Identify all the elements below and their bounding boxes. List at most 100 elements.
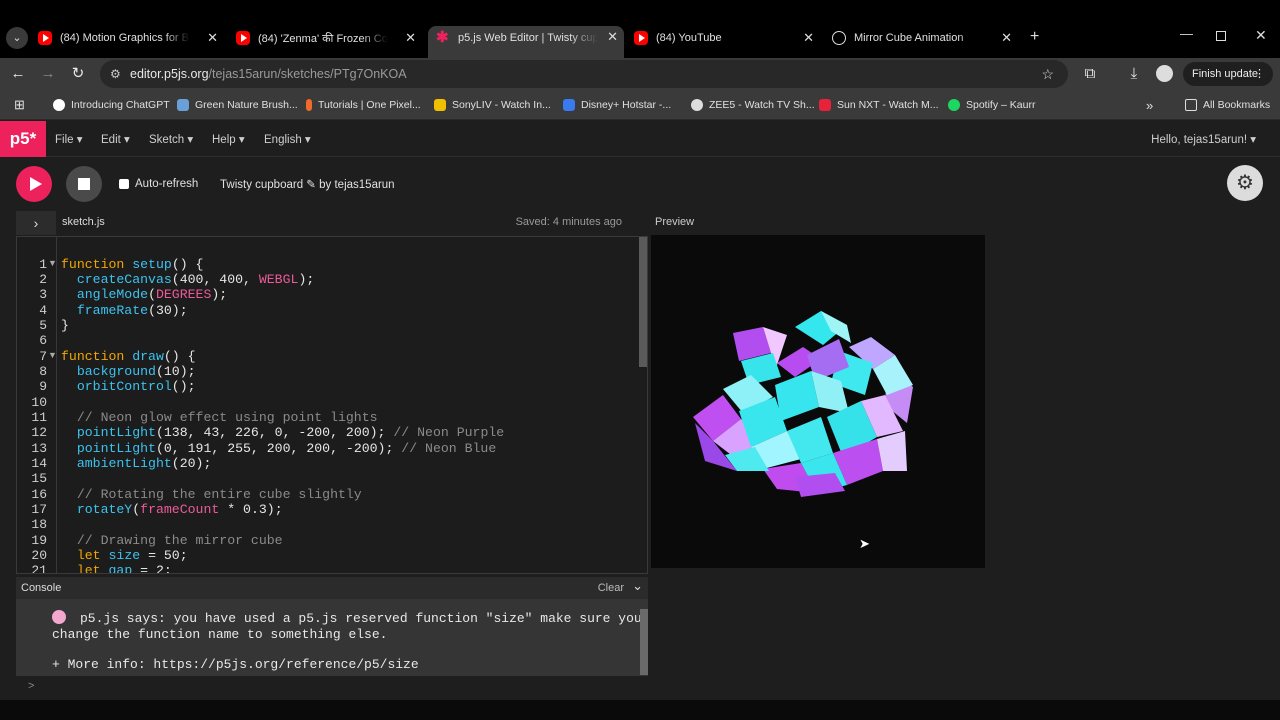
close-tab-icon[interactable]: ✕ bbox=[607, 29, 618, 45]
line-number-gutter: 1 2 3 4 5 6 7 8 9 10 11 12 13 14 15 16 1… bbox=[17, 237, 57, 573]
line-number: 3 bbox=[39, 287, 47, 302]
apps-grid-icon[interactable]: ⊞ bbox=[14, 97, 25, 113]
bookmark-favicon bbox=[306, 99, 312, 111]
youtube-icon bbox=[38, 31, 52, 45]
reload-icon[interactable]: ↻ bbox=[67, 64, 89, 84]
bookmark-item[interactable]: Sun NXT - Watch M... bbox=[819, 97, 939, 113]
stop-button[interactable] bbox=[66, 166, 102, 202]
editor-scrollbar[interactable] bbox=[639, 237, 647, 367]
tab-p5js-editor[interactable]: ✱ p5.js Web Editor | Twisty cupboa ✕ bbox=[428, 26, 624, 58]
sketch-name[interactable]: Twisty cupboard ✎ by tejas15arun bbox=[220, 177, 395, 191]
settings-gear-icon[interactable]: ⚙ bbox=[1227, 165, 1263, 201]
bookmark-favicon bbox=[691, 99, 703, 111]
user-menu[interactable]: Hello, tejas15arun! ▾ bbox=[1151, 132, 1256, 146]
line-number: 4 bbox=[39, 303, 47, 318]
bookmark-item[interactable]: Spotify – Kaurr bbox=[948, 97, 1035, 113]
fold-arrow-icon[interactable]: ▼ bbox=[48, 258, 57, 268]
line-number: 15 bbox=[31, 471, 47, 486]
download-icon[interactable]: ⤓ bbox=[1123, 64, 1145, 84]
console-clear-button[interactable]: Clear bbox=[598, 582, 624, 594]
menu-sketch[interactable]: Sketch ▾ bbox=[149, 132, 193, 146]
close-tab-icon[interactable]: ✕ bbox=[405, 30, 416, 46]
code-line: // Drawing the mirror cube bbox=[76, 533, 283, 548]
console-message-line: p5.js says: you have used a p5.js reserv… bbox=[80, 611, 642, 626]
bookmark-label: Spotify – Kaurr bbox=[966, 99, 1036, 111]
finish-update-button[interactable]: Finish update ⋮ bbox=[1183, 62, 1273, 86]
bookmarks-bar: ⊞ Introducing ChatGPT Green Nature Brush… bbox=[0, 90, 1280, 120]
line-number: 13 bbox=[31, 441, 47, 456]
sketch-controls: Auto-refresh Twisty cupboard ✎ by tejas1… bbox=[0, 158, 1280, 210]
folder-icon bbox=[1185, 99, 1197, 111]
preview-canvas[interactable]: ➤ bbox=[651, 235, 985, 568]
menu-file[interactable]: File ▾ bbox=[55, 132, 83, 146]
site-info-icon[interactable]: ⚙ bbox=[110, 60, 121, 88]
close-tab-icon[interactable]: ✕ bbox=[803, 30, 814, 46]
forward-icon[interactable]: → bbox=[37, 64, 59, 84]
close-tab-icon[interactable]: ✕ bbox=[1001, 30, 1012, 46]
code-line: let gap = 2; bbox=[76, 563, 172, 574]
bookmark-item[interactable]: ZEE5 - Watch TV Sh... bbox=[691, 97, 815, 113]
expand-sidebar-icon[interactable]: › bbox=[16, 211, 56, 235]
code-editor[interactable]: 1 2 3 4 5 6 7 8 9 10 11 12 13 14 15 16 1… bbox=[16, 236, 648, 574]
mouse-cursor-icon: ➤ bbox=[859, 536, 870, 551]
more-menu-icon[interactable]: ⋮ bbox=[1254, 62, 1265, 86]
bookmark-item[interactable]: Tutorials | One Pixel... bbox=[306, 97, 421, 113]
fold-arrow-icon[interactable]: ▼ bbox=[48, 350, 57, 360]
tab-title: (84) YouTube bbox=[656, 32, 722, 44]
code-line: pointLight(138, 43, 226, 0, -200, 200); … bbox=[76, 425, 505, 440]
bookmark-item[interactable]: SonyLIV - Watch In... bbox=[434, 97, 551, 113]
code-line: ambientLight(20); bbox=[76, 456, 212, 471]
line-number: 7 bbox=[39, 349, 47, 364]
file-name: sketch.js bbox=[62, 216, 105, 228]
finish-update-label: Finish update bbox=[1192, 68, 1259, 80]
code-line: rotateY(frameCount * 0.3); bbox=[76, 502, 283, 517]
address-bar[interactable]: ⚙ editor.p5js.org/tejas15arun/sketches/P… bbox=[100, 60, 1068, 88]
code-line: } bbox=[61, 318, 69, 333]
menu-language[interactable]: English ▾ bbox=[264, 132, 311, 146]
menu-edit[interactable]: Edit ▾ bbox=[101, 132, 130, 146]
line-number: 12 bbox=[31, 425, 47, 440]
tab-mirror-cube[interactable]: Mirror Cube Animation ✕ bbox=[832, 26, 1018, 50]
chevron-down-icon[interactable]: ⌄ bbox=[632, 578, 643, 594]
console-more-info-link[interactable]: + More info: https://p5js.org/reference/… bbox=[52, 657, 419, 672]
profile-avatar[interactable] bbox=[1156, 65, 1173, 82]
bookmark-item[interactable]: Introducing ChatGPT bbox=[53, 97, 170, 113]
tab-motion-graphics[interactable]: (84) Motion Graphics for BEGIN ✕ bbox=[38, 26, 224, 50]
all-bookmarks[interactable]: All Bookmarks bbox=[1185, 97, 1270, 113]
p5-logo[interactable]: p5* bbox=[0, 121, 46, 157]
close-window-icon[interactable]: ✕ bbox=[1255, 27, 1267, 44]
bookmark-item[interactable]: Disney+ Hotstar -... bbox=[563, 97, 671, 113]
tab-frozen-coffee[interactable]: (84) 'Zenma' की Frozen Coffee ' ✕ bbox=[236, 26, 422, 50]
play-button[interactable] bbox=[16, 166, 52, 202]
code-line: function setup() { bbox=[61, 257, 204, 272]
back-icon[interactable]: ← bbox=[7, 64, 29, 84]
tab-title: (84) Motion Graphics for BEGIN bbox=[60, 32, 190, 44]
bookmark-favicon bbox=[563, 99, 575, 111]
line-number: 8 bbox=[39, 364, 47, 379]
more-bookmarks-icon[interactable]: » bbox=[1146, 97, 1153, 113]
mirror-cube bbox=[693, 311, 913, 497]
minimize-icon[interactable]: — bbox=[1180, 26, 1193, 41]
close-tab-icon[interactable]: ✕ bbox=[207, 30, 218, 46]
auto-refresh-checkbox[interactable] bbox=[119, 179, 129, 189]
code-line: frameRate(30); bbox=[76, 303, 188, 318]
tab-title: p5.js Web Editor | Twisty cupboa bbox=[458, 32, 598, 44]
code-line: angleMode(DEGREES); bbox=[76, 287, 228, 302]
tab-search-icon[interactable]: ⌄ bbox=[6, 27, 28, 49]
extensions-icon[interactable]: ⧉ bbox=[1079, 64, 1101, 84]
editor-header: › sketch.js Saved: 4 minutes ago bbox=[16, 211, 648, 235]
console-scrollbar[interactable] bbox=[640, 609, 648, 675]
bookmark-label: ZEE5 - Watch TV Sh... bbox=[709, 99, 815, 111]
bookmark-label: Sun NXT - Watch M... bbox=[837, 99, 939, 111]
bookmark-item[interactable]: Green Nature Brush... bbox=[177, 97, 298, 113]
restore-icon[interactable] bbox=[1216, 31, 1226, 41]
new-tab-icon[interactable]: + bbox=[1030, 28, 1039, 46]
menu-help[interactable]: Help ▾ bbox=[212, 132, 245, 146]
tab-youtube[interactable]: (84) YouTube ✕ bbox=[634, 26, 820, 50]
line-number: 16 bbox=[31, 487, 47, 502]
bookmark-star-icon[interactable]: ☆ bbox=[1041, 60, 1054, 88]
code-line: pointLight(0, 191, 255, 200, 200, -200);… bbox=[76, 441, 497, 456]
line-number: 2 bbox=[39, 272, 47, 287]
code-line: let size = 50; bbox=[76, 548, 188, 563]
console-prompt[interactable]: > bbox=[28, 680, 34, 692]
